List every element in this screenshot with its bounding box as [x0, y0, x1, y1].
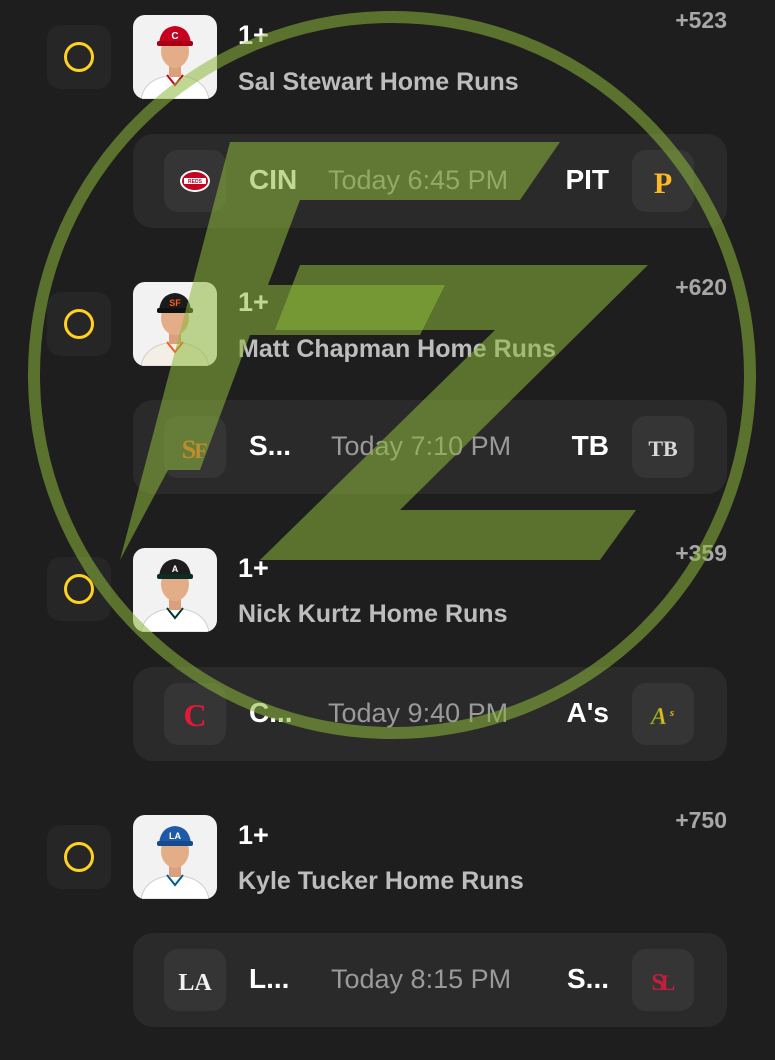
svg-text:SF: SF: [169, 298, 181, 308]
game-card[interactable]: REDS CIN Today 6:45 PM PIT P: [133, 134, 727, 228]
odds-value: +620: [675, 274, 727, 300]
game-card[interactable]: LA L... Today 8:15 PM S... S L: [133, 933, 727, 1027]
player-avatar: SF: [133, 282, 217, 366]
game-card[interactable]: C C... Today 9:40 PM A's A s: [133, 667, 727, 761]
line-value: 1+: [238, 553, 269, 583]
select-radio-button[interactable]: [47, 825, 111, 889]
athletics-logo-icon: A s: [632, 683, 694, 745]
guardians-logo-icon: C: [164, 683, 226, 745]
market-label: Kyle Tucker Home Runs: [238, 867, 524, 895]
team-left-label: S...: [249, 430, 292, 461]
cardinals-logo-icon: S L: [632, 949, 694, 1011]
market-label: Sal Stewart Home Runs: [238, 68, 519, 96]
rays-logo-icon: TB: [632, 416, 694, 478]
pirates-logo-icon: P: [632, 150, 694, 212]
svg-text:A: A: [649, 704, 667, 730]
player-headshot-icon: LA: [133, 815, 217, 899]
player-headshot-icon: SF: [133, 282, 217, 366]
svg-text:LA: LA: [169, 831, 181, 841]
svg-text:C: C: [171, 31, 178, 42]
radio-circle-icon: [64, 309, 94, 339]
svg-text:LA: LA: [178, 970, 212, 996]
select-radio-button[interactable]: [47, 557, 111, 621]
svg-text:F: F: [194, 438, 207, 463]
team-left-label: C...: [249, 697, 293, 728]
game-time: Today 7:10 PM: [331, 431, 512, 461]
player-avatar: LA: [133, 815, 217, 899]
game-time: Today 9:40 PM: [328, 698, 509, 728]
svg-text:C: C: [183, 697, 206, 733]
team-right-label: S...: [566, 963, 609, 994]
select-radio-button[interactable]: [47, 25, 111, 89]
player-avatar: A: [133, 548, 217, 632]
team-left-label: CIN: [249, 164, 298, 195]
giants-logo-icon: S F: [164, 416, 226, 478]
picks-screen: C 1+ Sal Stewart Home Runs +523 REDS CIN…: [0, 0, 775, 1060]
game-time: Today 6:45 PM: [328, 165, 509, 195]
game-card[interactable]: S F S... Today 7:10 PM TB TB: [133, 400, 727, 494]
line-value: 1+: [238, 287, 269, 317]
odds-value: +523: [675, 7, 727, 33]
line-value: 1+: [238, 820, 269, 850]
svg-text:P: P: [654, 167, 672, 200]
team-right-label: TB: [571, 430, 609, 461]
line-value: 1+: [238, 20, 269, 50]
svg-text:L: L: [661, 970, 676, 995]
team-left-label: L...: [249, 963, 290, 994]
game-time: Today 8:15 PM: [331, 964, 512, 994]
player-headshot-icon: A: [133, 548, 217, 632]
radio-circle-icon: [64, 842, 94, 872]
odds-value: +750: [675, 807, 727, 833]
radio-circle-icon: [64, 574, 94, 604]
player-avatar: C: [133, 15, 217, 99]
svg-text:REDS: REDS: [188, 179, 203, 185]
player-headshot-icon: C: [133, 15, 217, 99]
radio-circle-icon: [64, 42, 94, 72]
odds-value: +359: [675, 540, 727, 566]
select-radio-button[interactable]: [47, 292, 111, 356]
team-right-label: A's: [566, 697, 609, 728]
svg-text:s: s: [669, 707, 674, 719]
market-label: Nick Kurtz Home Runs: [238, 600, 508, 628]
team-right-label: PIT: [565, 164, 609, 195]
svg-text:A: A: [172, 564, 179, 574]
reds-logo-icon: REDS: [164, 150, 226, 212]
dodgers-logo-icon: LA: [164, 949, 226, 1011]
svg-text:TB: TB: [648, 436, 678, 461]
market-label: Matt Chapman Home Runs: [238, 335, 557, 363]
